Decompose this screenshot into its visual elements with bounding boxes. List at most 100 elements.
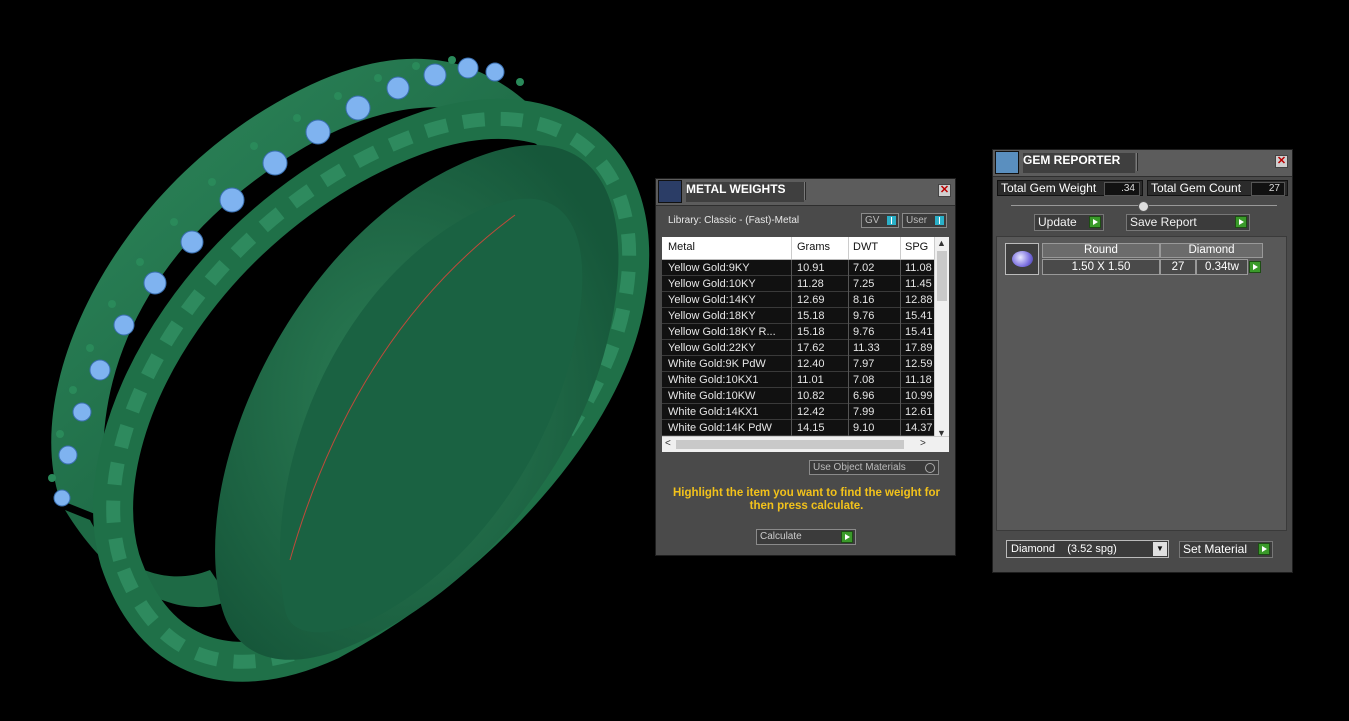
cell-dwt: 7.25 (853, 278, 875, 290)
cell-spg: 14.37 (905, 422, 933, 434)
scroll-right-icon[interactable]: > (920, 438, 926, 449)
cell-metal: Yellow Gold:18KY (668, 310, 756, 322)
cell-metal: Yellow Gold:14KY (668, 294, 756, 306)
table-row[interactable]: Yellow Gold:9KY 10.91 7.02 11.08 (662, 260, 935, 276)
scroll-left-icon[interactable]: < (665, 438, 671, 449)
column-header-grams[interactable]: Grams (797, 241, 830, 253)
table-row[interactable]: White Gold:9K PdW 12.40 7.97 12.59 (662, 356, 935, 372)
gem-size: 1.50 X 1.50 (1042, 259, 1160, 275)
library-label: Library: Classic - (Fast)-Metal (668, 215, 800, 226)
gem-row[interactable]: Round Diamond 1.50 X 1.50 27 0.34tw (1042, 243, 1264, 277)
column-header-dwt[interactable]: DWT (853, 241, 878, 253)
gem-reporter-panel: GEM REPORTER ✕ Total Gem Weight .34 Tota… (992, 149, 1293, 573)
update-button[interactable]: Update (1034, 214, 1104, 231)
title-grip (804, 182, 806, 200)
gem-material: Diamond (1160, 243, 1263, 258)
calculate-button[interactable]: Calculate (756, 529, 856, 545)
table-row[interactable]: Yellow Gold:22KY 17.62 11.33 17.89 (662, 340, 935, 356)
cell-metal: Yellow Gold:22KY (668, 342, 756, 354)
cell-spg: 11.45 (905, 278, 932, 290)
use-object-materials-label: Use Object Materials (813, 462, 906, 473)
scroll-thumb[interactable] (676, 440, 904, 449)
3d-viewport[interactable] (0, 0, 650, 716)
title-grip (1136, 153, 1138, 171)
hint-text: Highlight the item you want to find the … (672, 487, 941, 512)
metal-weights-panel: METAL WEIGHTS ✕ Library: Classic - (Fast… (655, 178, 956, 556)
gem-thumbnail[interactable] (1005, 243, 1039, 275)
cell-metal: Yellow Gold:9KY (668, 262, 750, 274)
set-material-button[interactable]: Set Material (1179, 541, 1273, 558)
cell-metal: White Gold:14K PdW (668, 422, 772, 434)
table-row[interactable]: Yellow Gold:10KY 11.28 7.25 11.45 (662, 276, 935, 292)
save-report-label: Save Report (1130, 215, 1197, 229)
table-row[interactable]: White Gold:10KX1 11.01 7.08 11.18 (662, 372, 935, 388)
toggle-icon (935, 216, 944, 225)
total-gem-weight-field: Total Gem Weight .34 (997, 180, 1143, 196)
metal-table: Metal Grams DWT SPG Yellow Gold:9KY 10.91… (662, 237, 949, 452)
cell-dwt: 7.08 (853, 374, 875, 386)
close-icon[interactable]: ✕ (1275, 155, 1288, 168)
table-row[interactable]: White Gold:14K PdW 14.15 9.10 14.37 (662, 420, 935, 436)
user-toggle[interactable]: User (902, 213, 947, 228)
column-header-metal[interactable]: Metal (668, 241, 695, 253)
cell-dwt: 11.33 (853, 342, 880, 354)
cell-spg: 15.41 (905, 310, 933, 322)
cell-dwt: 9.76 (853, 326, 875, 338)
metal-weights-icon (658, 180, 682, 203)
cell-grams: 10.82 (797, 390, 825, 402)
horizontal-scrollbar[interactable]: < > (662, 436, 949, 452)
splitter-handle[interactable] (1138, 201, 1149, 212)
cell-metal: Yellow Gold:18KY R... (668, 326, 776, 338)
update-label: Update (1038, 215, 1077, 229)
material-select[interactable]: Diamond (3.52 spg) ▼ (1006, 540, 1169, 558)
column-header-spg[interactable]: SPG (905, 241, 928, 253)
cell-grams: 17.62 (797, 342, 825, 354)
table-row[interactable]: Yellow Gold:18KY R... 15.18 9.76 15.41 (662, 324, 935, 340)
metal-weights-titlebar[interactable]: METAL WEIGHTS ✕ (656, 179, 955, 206)
scroll-thumb[interactable] (937, 251, 947, 301)
cell-metal: White Gold:10KX1 (668, 374, 759, 386)
gem-reporter-titlebar[interactable]: GEM REPORTER ✕ (993, 150, 1292, 177)
go-arrow-icon[interactable] (841, 531, 853, 543)
cell-dwt: 6.96 (853, 390, 875, 402)
cell-grams: 12.40 (797, 358, 825, 370)
cell-spg: 10.99 (905, 390, 933, 402)
cell-grams: 10.91 (797, 262, 825, 274)
cell-spg: 15.41 (905, 326, 933, 338)
table-row[interactable]: Yellow Gold:14KY 12.69 8.16 12.88 (662, 292, 935, 308)
go-arrow-icon[interactable] (1258, 543, 1270, 555)
use-object-materials-toggle[interactable]: Use Object Materials (809, 460, 939, 475)
gem-shape: Round (1042, 243, 1160, 258)
total-gem-count-value: 27 (1251, 182, 1285, 196)
gv-toggle[interactable]: GV (861, 213, 899, 228)
cell-metal: Yellow Gold:10KY (668, 278, 756, 290)
table-row[interactable]: White Gold:10KW 10.82 6.96 10.99 (662, 388, 935, 404)
cell-spg: 12.61 (905, 406, 933, 418)
radio-icon (925, 463, 935, 473)
cell-grams: 12.69 (797, 294, 825, 306)
table-row[interactable]: White Gold:14KX1 12.42 7.99 12.61 (662, 404, 935, 420)
cell-dwt: 8.16 (853, 294, 875, 306)
cell-metal: White Gold:10KW (668, 390, 756, 402)
go-arrow-icon[interactable] (1089, 216, 1101, 228)
total-gem-count-label: Total Gem Count (1151, 181, 1242, 195)
total-gem-count-field: Total Gem Count 27 (1147, 180, 1288, 196)
table-row[interactable]: Yellow Gold:18KY 15.18 9.76 15.41 (662, 308, 935, 324)
cell-spg: 12.88 (905, 294, 933, 306)
dropdown-icon[interactable]: ▼ (1153, 542, 1167, 556)
scroll-up-icon[interactable]: ▲ (937, 238, 946, 248)
gv-label: GV (865, 215, 880, 226)
cell-grams: 12.42 (797, 406, 825, 418)
calculate-label: Calculate (760, 531, 802, 542)
go-arrow-icon[interactable] (1249, 261, 1261, 273)
save-report-button[interactable]: Save Report (1126, 214, 1250, 231)
cell-dwt: 7.99 (853, 406, 875, 418)
close-icon[interactable]: ✕ (938, 184, 951, 197)
cell-spg: 12.59 (905, 358, 933, 370)
cell-grams: 15.18 (797, 326, 825, 338)
gem-count: 27 (1160, 259, 1196, 275)
vertical-scrollbar[interactable]: ▲ ▼ (934, 237, 949, 439)
cell-dwt: 9.76 (853, 310, 875, 322)
cell-grams: 11.01 (797, 374, 824, 386)
go-arrow-icon[interactable] (1235, 216, 1247, 228)
